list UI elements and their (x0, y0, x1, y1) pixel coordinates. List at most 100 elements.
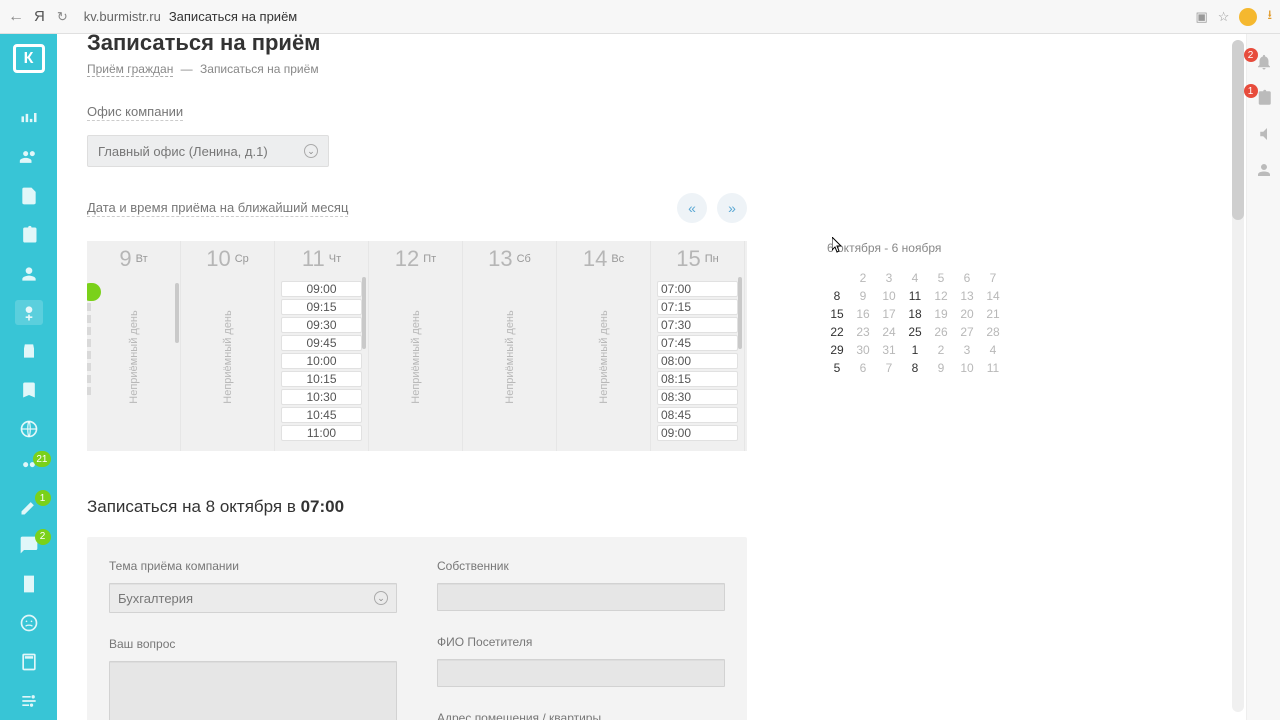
addr-title: Записаться на приём (169, 9, 297, 24)
crumb-parent[interactable]: Приём граждан (87, 62, 173, 77)
nav-edit[interactable]: 1 (15, 494, 43, 519)
non-reception-label: Неприёмный день (222, 310, 234, 403)
back-button[interactable]: ← (8, 8, 24, 26)
time-slot[interactable]: 10:30 (281, 389, 362, 405)
cal-day: 28 (983, 325, 1003, 339)
non-reception-label: Неприёмный день (128, 310, 140, 403)
nav-sad[interactable] (15, 611, 43, 636)
time-slot[interactable]: 07:15 (657, 299, 738, 315)
tasks-icon[interactable]: 1 (1254, 88, 1274, 108)
time-slot[interactable]: 07:30 (657, 317, 738, 333)
cal-day: 10 (879, 289, 899, 303)
nav-shop[interactable] (15, 339, 43, 364)
download-icon[interactable]: ⭳ (1267, 6, 1272, 28)
visitor-label: ФИО Посетителя (437, 635, 725, 649)
office-select[interactable]: Главный офис (Ленина, д.1) ⌄ (87, 135, 329, 167)
nav-building[interactable] (15, 572, 43, 597)
cal-day: 9 (931, 361, 951, 375)
nav-calc[interactable] (15, 649, 43, 674)
day-column: 10СрНеприёмный день (181, 241, 275, 451)
time-slot[interactable]: 08:00 (657, 353, 738, 369)
cal-day[interactable]: 8 (827, 289, 847, 303)
cal-day[interactable]: 22 (827, 325, 847, 339)
cal-day: 30 (853, 343, 873, 357)
address-bar[interactable]: kv.burmistr.ru Записаться на приём (78, 9, 1186, 24)
addr-domain: kv.burmistr.ru (84, 9, 161, 24)
owner-label: Собственник (437, 559, 725, 573)
time-slot[interactable]: 08:15 (657, 371, 738, 387)
yandex-logo[interactable]: Я (34, 8, 45, 25)
cal-day: 20 (957, 307, 977, 321)
cal-day: 27 (957, 325, 977, 339)
time-slot[interactable]: 10:00 (281, 353, 362, 369)
topic-label: Тема приёма компании (109, 559, 397, 573)
cal-day[interactable]: 5 (827, 361, 847, 375)
cal-day[interactable]: 25 (905, 325, 925, 339)
time-slot[interactable]: 09:45 (281, 335, 362, 351)
nav-docs[interactable] (15, 184, 43, 209)
nav-contacts[interactable] (15, 145, 43, 170)
nav-clipboard[interactable] (15, 222, 43, 247)
cal-day: 12 (931, 289, 951, 303)
cal-day: 9 (853, 289, 873, 303)
day-column: 14ВсНеприёмный день (557, 241, 651, 451)
non-reception-label: Неприёмный день (598, 310, 610, 403)
nav-dashboard[interactable] (15, 106, 43, 131)
breadcrumb: Приём граждан — Записаться на приём (87, 62, 1250, 76)
ext-icon[interactable]: ▣ (1195, 9, 1207, 25)
time-slot[interactable]: 10:45 (281, 407, 362, 423)
refresh-button[interactable]: ↻ (57, 9, 68, 25)
next-week-button[interactable]: » (717, 193, 747, 223)
notifications-icon[interactable]: 2 (1254, 52, 1274, 72)
nav-people[interactable] (15, 261, 43, 286)
visitor-input[interactable] (437, 659, 725, 687)
cal-day[interactable]: 8 (905, 361, 925, 375)
time-slot[interactable]: 09:00 (657, 425, 738, 441)
nav-group[interactable]: 21 (15, 455, 43, 480)
question-textarea[interactable] (109, 661, 397, 720)
nav-settings[interactable] (15, 688, 43, 713)
time-slot[interactable]: 08:45 (657, 407, 738, 423)
time-slot[interactable]: 07:00 (657, 281, 738, 297)
cal-day[interactable]: 15 (827, 307, 847, 321)
cal-day: 6 (853, 361, 873, 375)
office-label: Офис компании (87, 104, 183, 121)
star-icon[interactable]: ☆ (1218, 9, 1230, 25)
time-slot[interactable]: 08:30 (657, 389, 738, 405)
chevron-down-icon: ⌄ (374, 591, 388, 605)
app-logo[interactable]: К (13, 44, 45, 73)
time-slot[interactable]: 09:00 (281, 281, 362, 297)
cal-day: 16 (853, 307, 873, 321)
cal-day[interactable]: 18 (905, 307, 925, 321)
scrollbar-thumb[interactable] (1232, 40, 1244, 220)
time-slot[interactable]: 07:45 (657, 335, 738, 351)
nav-bookmark[interactable] (15, 378, 43, 403)
non-reception-label: Неприёмный день (504, 310, 516, 403)
mini-calendar: 6 октября - 6 ноября 2345678910111213141… (827, 241, 1027, 375)
time-slot[interactable]: 10:15 (281, 371, 362, 387)
time-slot[interactable]: 09:15 (281, 299, 362, 315)
selected-slot-stub (87, 283, 101, 301)
cal-day[interactable]: 29 (827, 343, 847, 357)
day-column: 13СбНеприёмный день (463, 241, 557, 451)
cal-day[interactable]: 11 (905, 289, 925, 303)
nav-messages[interactable]: 2 (15, 533, 43, 558)
cal-range: 6 октября - 6 ноября (827, 241, 1027, 255)
cal-day[interactable]: 1 (905, 343, 925, 357)
feedback-face-icon[interactable] (1239, 8, 1257, 26)
nav-globe[interactable] (15, 417, 43, 442)
booking-title: Записаться на 8 октября в 07:00 (87, 497, 1250, 517)
prev-week-button[interactable]: « (677, 193, 707, 223)
owner-input[interactable] (437, 583, 725, 611)
topic-select[interactable]: Бухгалтерия ⌄ (109, 583, 397, 613)
cal-day: 31 (879, 343, 899, 357)
audio-icon[interactable] (1254, 124, 1274, 144)
chevron-down-icon: ⌄ (304, 144, 318, 158)
user-icon[interactable] (1254, 160, 1274, 180)
time-slot[interactable]: 09:30 (281, 317, 362, 333)
time-slot[interactable]: 11:00 (281, 425, 362, 441)
nav-appointment[interactable] (15, 300, 43, 325)
cal-day: 13 (957, 289, 977, 303)
cal-day: 7 (879, 361, 899, 375)
scrollbar[interactable] (1232, 40, 1244, 712)
